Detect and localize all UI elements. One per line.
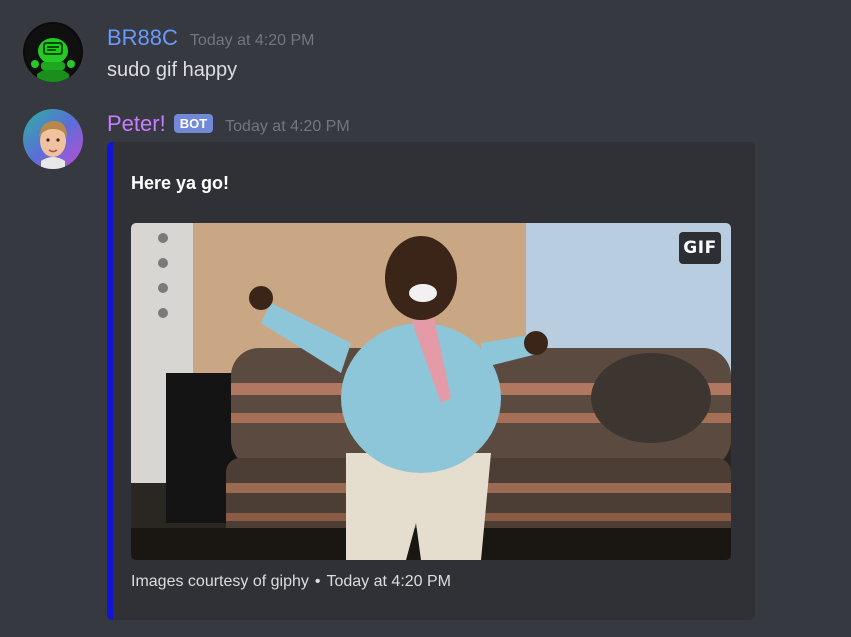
dancing-man-gif — [131, 223, 731, 560]
chat-messages: BR88C Today at 4:20 PM sudo gif happy Pe… — [0, 0, 851, 637]
avatar-peter[interactable] — [23, 109, 83, 169]
username[interactable]: Peter! — [107, 111, 166, 137]
embed-footer-timestamp: Today at 4:20 PM — [326, 573, 451, 590]
footer-separator: • — [314, 573, 321, 590]
bot-tag: BOT — [173, 114, 214, 133]
embed: Here ya go! GIF Images courtesy of giphy… — [107, 142, 755, 620]
embed-footer-text: Images courtesy of giphy — [131, 573, 309, 590]
message-peter: Peter! BOT Today at 4:20 PM Here ya go! — [0, 0, 851, 637]
boy-face-icon — [23, 109, 83, 169]
timestamp: Today at 4:20 PM — [225, 118, 350, 135]
gif-badge: GIF — [679, 232, 721, 264]
embed-footer: Images courtesy of giphy • Today at 4:20 P… — [131, 573, 451, 591]
embed-accent-bar — [107, 142, 113, 620]
embed-gif-image[interactable]: GIF — [131, 223, 731, 560]
embed-description: Here ya go! — [131, 173, 230, 193]
message-header: Peter! BOT Today at 4:20 PM — [107, 111, 350, 137]
